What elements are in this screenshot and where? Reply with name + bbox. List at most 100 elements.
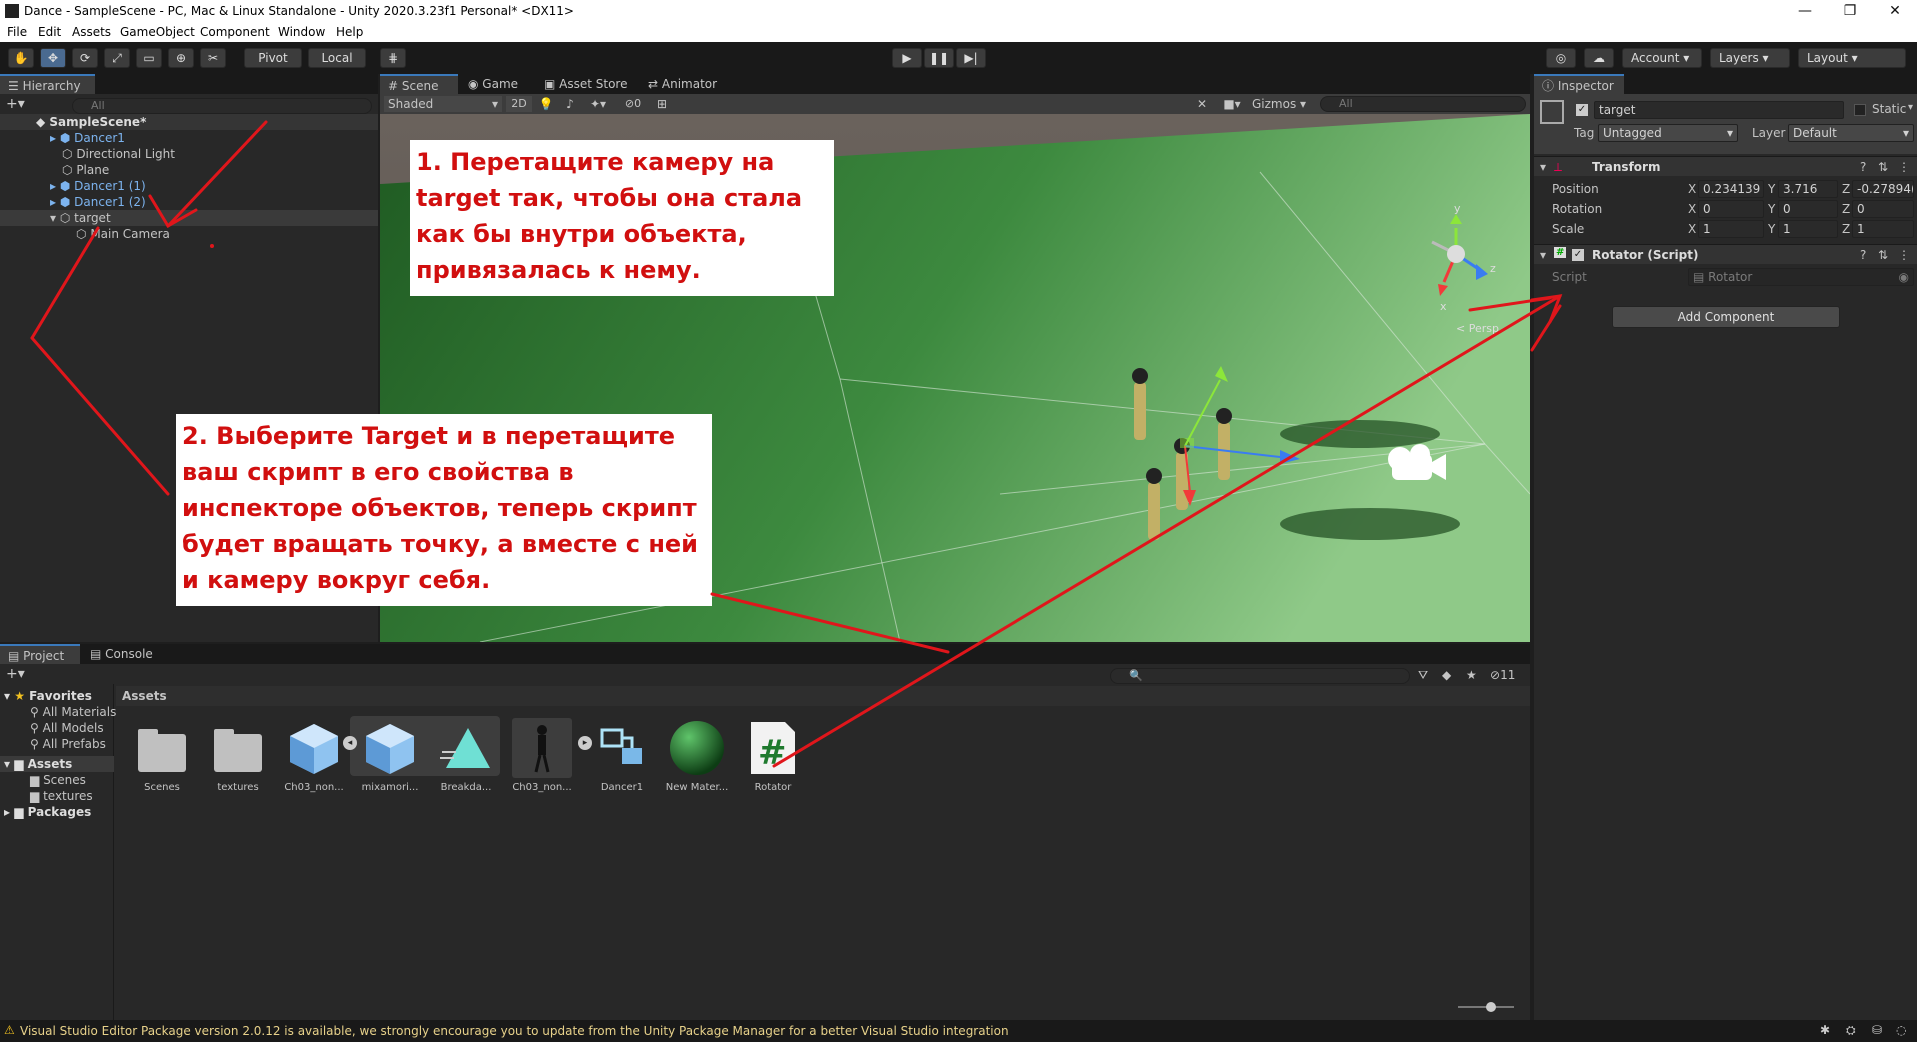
menu-gameobject[interactable]: GameObject	[120, 25, 195, 39]
account-dropdown[interactable]: Account ▾	[1622, 48, 1702, 68]
tab-hierarchy[interactable]: ☰ Hierarchy	[0, 74, 95, 94]
move-tool-icon[interactable]: ✥	[40, 48, 66, 68]
tab-animator[interactable]: ⇄ Animator	[640, 74, 730, 94]
hierarchy-item-light[interactable]: ⬡ Directional Light	[62, 146, 175, 162]
hierarchy-item-dancer1-1[interactable]: ▸ ⬢ Dancer1 (1)	[50, 178, 146, 194]
scale-x-field[interactable]: 1	[1698, 220, 1764, 238]
shading-dropdown[interactable]: Shaded ▾	[384, 96, 502, 112]
more-icon[interactable]: ⋮	[1898, 160, 1910, 174]
grid-snap-icon[interactable]: ⋕	[380, 48, 406, 68]
rotation-x-field[interactable]: 0	[1698, 200, 1764, 218]
menu-edit[interactable]: Edit	[38, 25, 61, 39]
pivot-toggle[interactable]: Pivot	[244, 48, 302, 68]
hierarchy-item-target[interactable]: ▾ ⬡ target	[0, 210, 378, 226]
lighting-toggle-icon[interactable]: 💡	[536, 96, 556, 112]
more-icon[interactable]: ⋮	[1898, 248, 1910, 262]
position-x-field[interactable]: 0.234139	[1698, 180, 1764, 198]
play-button[interactable]: ▶	[892, 48, 922, 68]
rotation-z-field[interactable]: 0	[1852, 200, 1914, 218]
tab-inspector[interactable]: ⓘ Inspector	[1534, 74, 1624, 94]
active-checkbox[interactable]: ✓	[1576, 104, 1588, 116]
filter-label-icon[interactable]: ◆	[1442, 668, 1451, 682]
minimize-button[interactable]: —	[1790, 2, 1820, 20]
scale-z-field[interactable]: 1	[1852, 220, 1914, 238]
auto-generate-lighting-icon[interactable]: ⛭	[1846, 1023, 1856, 1038]
layer-dropdown[interactable]: Default ▾	[1788, 124, 1914, 142]
create-asset-button[interactable]: +▾	[6, 666, 25, 682]
assets-tree-item[interactable]: ▾ ▆ Assets	[0, 756, 114, 772]
hierarchy-item-plane[interactable]: ⬡ Plane	[62, 162, 109, 178]
hierarchy-item-dancer1-2[interactable]: ▸ ⬢ Dancer1 (2)	[50, 194, 146, 210]
help-icon[interactable]: ?	[1860, 248, 1866, 262]
2d-toggle[interactable]: 2D	[506, 96, 532, 112]
favorites-item[interactable]: ▾ ★ Favorites	[4, 688, 92, 704]
favorites-all-models[interactable]: ⚲ All Models	[30, 720, 104, 736]
menu-window[interactable]: Window	[278, 25, 325, 39]
project-search-input[interactable]: 🔍	[1110, 668, 1410, 684]
menu-component[interactable]: Component	[200, 25, 270, 39]
static-dropdown-icon[interactable]: ▾	[1908, 102, 1913, 113]
custom-tool-icon[interactable]: ✂	[200, 48, 226, 68]
status-message[interactable]: Visual Studio Editor Package version 2.0…	[20, 1024, 1009, 1038]
tab-console[interactable]: ▤ Console	[82, 644, 162, 664]
bug-icon[interactable]: ✱	[1820, 1023, 1830, 1037]
filter-type-icon[interactable]: ⛛	[1418, 668, 1428, 683]
gizmos-dropdown[interactable]: Gizmos ▾	[1250, 96, 1314, 112]
breadcrumb-assets[interactable]: Assets	[122, 689, 167, 703]
hierarchy-item-dancer1[interactable]: ▸ ⬢ Dancer1	[50, 130, 125, 146]
effects-dropdown-icon[interactable]: ✦▾	[584, 96, 612, 112]
restore-button[interactable]: ❐	[1835, 2, 1865, 20]
camera-dropdown-icon[interactable]: ■▾	[1216, 96, 1248, 112]
tools-icon[interactable]: ✕	[1192, 96, 1212, 112]
presets-icon[interactable]: ⇅	[1878, 248, 1888, 262]
object-name-field[interactable]: target	[1594, 101, 1844, 119]
menu-file[interactable]: File	[7, 25, 27, 39]
add-component-button[interactable]: Add Component	[1612, 306, 1840, 328]
help-icon[interactable]: ?	[1860, 160, 1866, 174]
hierarchy-item-scene[interactable]: ◆ SampleScene*	[0, 114, 378, 130]
expand-arrow-icon[interactable]: ◂	[343, 736, 357, 750]
rect-tool-icon[interactable]: ▭	[136, 48, 162, 68]
favorites-star-icon[interactable]: ★	[1466, 668, 1477, 682]
audio-toggle-icon[interactable]: ♪	[560, 96, 580, 112]
tag-dropdown[interactable]: Untagged ▾	[1598, 124, 1738, 142]
presets-icon[interactable]: ⇅	[1878, 160, 1888, 174]
menu-help[interactable]: Help	[336, 25, 363, 39]
collab-icon[interactable]: ◎	[1546, 48, 1576, 68]
tree-folder-textures[interactable]: ▆ textures	[30, 788, 93, 804]
hand-tool-icon[interactable]: ✋	[8, 48, 34, 68]
rotation-y-field[interactable]: 0	[1778, 200, 1838, 218]
transform-tool-icon[interactable]: ⊕	[168, 48, 194, 68]
hidden-objects-toggle[interactable]: ⊘0	[616, 96, 650, 112]
position-y-field[interactable]: 3.716	[1778, 180, 1838, 198]
expand-arrow-icon[interactable]: ▸	[578, 736, 592, 750]
step-button[interactable]: ▶|	[956, 48, 986, 68]
cache-server-icon[interactable]: ⛁	[1872, 1023, 1882, 1037]
tab-scene[interactable]: # Scene	[380, 74, 458, 94]
tree-folder-scenes[interactable]: ▆ Scenes	[30, 772, 86, 788]
close-button[interactable]: ✕	[1880, 2, 1910, 20]
tab-game[interactable]: ◉ Game	[460, 74, 534, 94]
scene-search-input[interactable]: All	[1320, 96, 1526, 112]
tab-asset-store[interactable]: ▣ Asset Store	[536, 74, 636, 94]
layout-dropdown[interactable]: Layout ▾	[1798, 48, 1906, 68]
pause-button[interactable]: ❚❚	[924, 48, 954, 68]
cloud-icon[interactable]: ☁	[1584, 48, 1614, 68]
hidden-packages-toggle[interactable]: ⊘11	[1490, 668, 1515, 682]
scale-tool-icon[interactable]: ⤢	[104, 48, 130, 68]
add-object-button[interactable]: +▾	[6, 96, 25, 112]
favorites-all-prefabs[interactable]: ⚲ All Prefabs	[30, 736, 106, 752]
rotator-header[interactable]: ▾ # ✓ Rotator (Script) ? ⇅ ⋮	[1534, 244, 1917, 264]
rotator-enabled-checkbox[interactable]: ✓	[1572, 249, 1584, 261]
tab-project[interactable]: ▤ Project	[0, 644, 80, 664]
scale-y-field[interactable]: 1	[1778, 220, 1838, 238]
rotate-tool-icon[interactable]: ⟳	[72, 48, 98, 68]
grid-dropdown-icon[interactable]: ⊞	[654, 96, 670, 112]
hierarchy-item-main-camera[interactable]: ⬡ Main Camera	[76, 226, 170, 242]
transform-header[interactable]: ▾ ⟂ Transform ? ⇅ ⋮	[1534, 156, 1917, 176]
layers-dropdown[interactable]: Layers ▾	[1710, 48, 1790, 68]
persp-label[interactable]: < Persp	[1456, 322, 1499, 335]
hierarchy-search-input[interactable]: All	[72, 98, 372, 114]
position-z-field[interactable]: -0.27894(	[1852, 180, 1914, 198]
local-toggle[interactable]: Local	[308, 48, 366, 68]
